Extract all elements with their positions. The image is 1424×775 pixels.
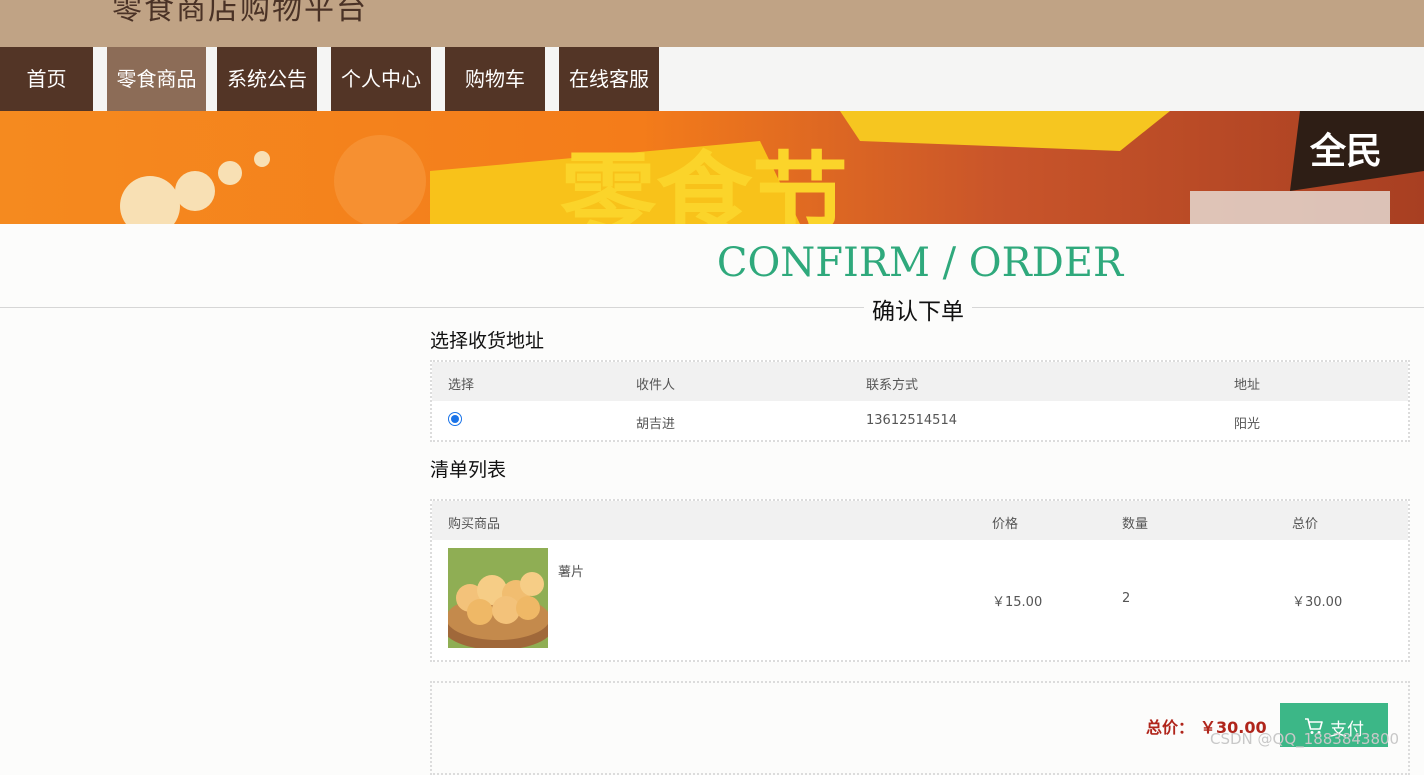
top-header: 零食商店购物平台 bbox=[0, 0, 1424, 47]
main-nav: 首页 零食商品 系统公告 个人中心 购物车 在线客服 bbox=[0, 47, 1424, 111]
col-total: 总价 bbox=[1292, 517, 1319, 532]
product-price: ￥15.00 bbox=[992, 595, 1043, 610]
col-recipient: 收件人 bbox=[636, 378, 676, 393]
address-table-header: 选择 收件人 联系方式 地址 bbox=[432, 362, 1408, 401]
items-table: 购买商品 价格 数量 总价 薯片 ￥15.00 2 ￥30.00 bbox=[430, 499, 1410, 662]
table-row[interactable]: 胡吉进 13612514514 阳光 bbox=[432, 401, 1408, 440]
product-image[interactable] bbox=[448, 548, 548, 648]
product-name[interactable]: 薯片 bbox=[558, 561, 584, 580]
site-title: 零食商店购物平台 bbox=[112, 0, 368, 27]
col-address: 地址 bbox=[1234, 378, 1261, 393]
product-quantity: 2 bbox=[1122, 591, 1131, 606]
page-heading-en: CONFIRM / ORDER bbox=[716, 240, 1124, 286]
recipient-phone: 13612514514 bbox=[866, 413, 957, 428]
recipient-address: 阳光 bbox=[1234, 417, 1261, 432]
banner-artwork: 全民 零食节 bbox=[0, 111, 1424, 224]
product-total: ￥30.00 bbox=[1292, 595, 1343, 610]
address-radio[interactable] bbox=[448, 412, 462, 426]
col-select: 选择 bbox=[448, 378, 475, 393]
nav-item-customer-service[interactable]: 在线客服 bbox=[559, 47, 659, 111]
watermark: CSDN @QQ_1883843800 bbox=[1210, 730, 1400, 748]
nav-item-profile[interactable]: 个人中心 bbox=[331, 47, 431, 111]
svg-text:全民: 全民 bbox=[1309, 130, 1382, 172]
nav-item-announcements[interactable]: 系统公告 bbox=[217, 47, 317, 111]
total-label: 总价： bbox=[1146, 718, 1195, 737]
heading-divider bbox=[0, 307, 1424, 308]
nav-item-cart[interactable]: 购物车 bbox=[445, 47, 545, 111]
banner-text: 零食节 bbox=[560, 142, 848, 224]
promo-banner: 全民 零食节 bbox=[0, 111, 1424, 224]
col-price: 价格 bbox=[992, 517, 1019, 532]
page-heading-cn: 确认下单 bbox=[864, 292, 972, 326]
table-row[interactable]: 薯片 ￥15.00 2 ￥30.00 bbox=[432, 540, 1408, 658]
order-summary: 总价： ￥30.00 支付 bbox=[430, 681, 1410, 775]
col-phone: 联系方式 bbox=[866, 378, 919, 393]
recipient-name: 胡吉进 bbox=[636, 417, 676, 432]
items-table-header: 购买商品 价格 数量 总价 bbox=[432, 501, 1408, 540]
address-table: 选择 收件人 联系方式 地址 胡吉进 13612514514 阳光 bbox=[430, 360, 1410, 442]
nav-item-snacks[interactable]: 零食商品 bbox=[107, 47, 206, 111]
address-section-title: 选择收货地址 bbox=[430, 330, 545, 352]
items-section-title: 清单列表 bbox=[430, 459, 507, 481]
nav-item-home[interactable]: 首页 bbox=[0, 47, 93, 111]
col-product: 购买商品 bbox=[448, 517, 501, 532]
col-quantity: 数量 bbox=[1122, 517, 1149, 532]
chips-image-icon bbox=[448, 548, 548, 648]
